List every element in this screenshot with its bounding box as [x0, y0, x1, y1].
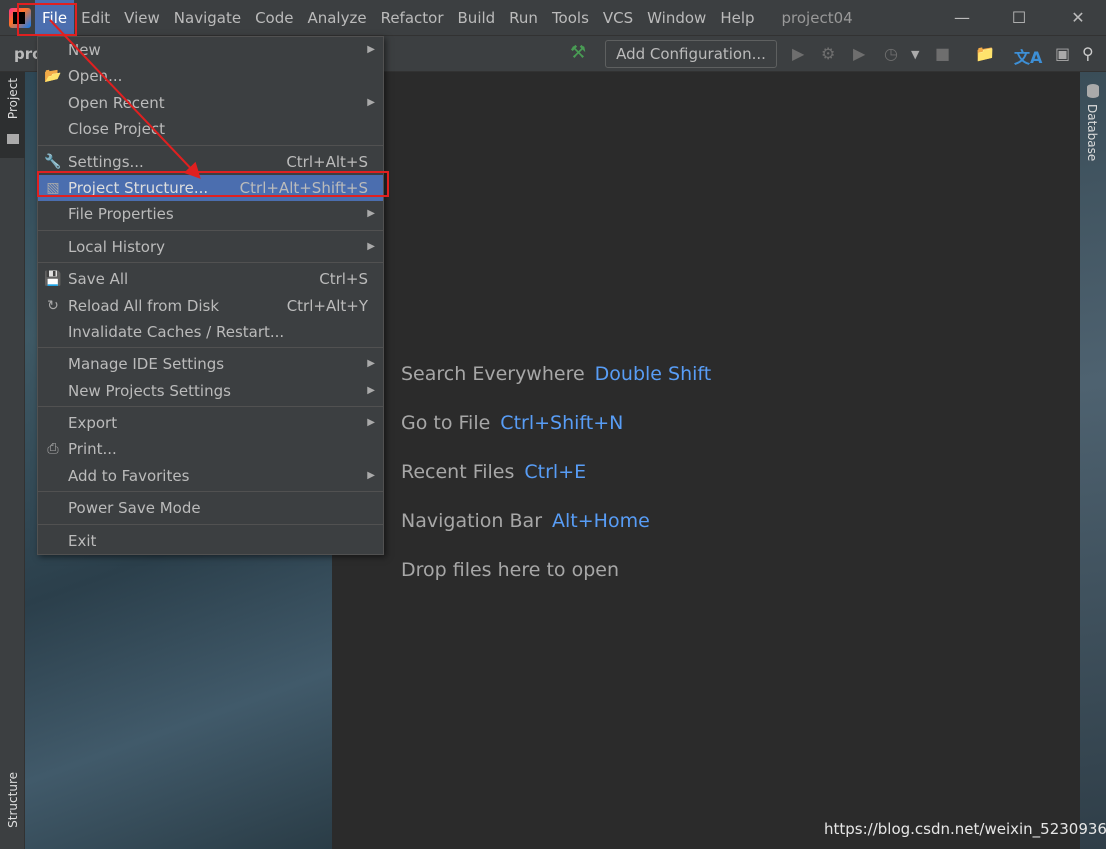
menu-item-exit[interactable]: Exit [38, 528, 383, 554]
hint-label: Navigation Bar [401, 510, 543, 532]
hint-label: Go to File [401, 412, 491, 434]
menu-item-label: File Properties [68, 205, 174, 224]
menu-item-local-history[interactable]: Local History ▶ [38, 234, 383, 260]
hint-search-everywhere: Search Everywhere Double Shift [401, 363, 711, 385]
menu-item-label: Print... [68, 440, 117, 459]
reload-icon: ↻ [47, 297, 59, 314]
submenu-arrow-icon: ▶ [367, 44, 375, 55]
submenu-arrow-icon: ▶ [367, 240, 375, 252]
menu-item-export[interactable]: Export ▶ [38, 410, 383, 436]
hint-shortcut: Alt+Home [552, 510, 650, 532]
submenu-arrow-icon: ▶ [367, 469, 375, 481]
close-button[interactable]: ✕ [1053, 0, 1103, 36]
structure-tab[interactable]: Structure [6, 772, 20, 828]
menu-item-label: Export [68, 414, 118, 433]
menu-item-print[interactable]: ⎙ Print... [38, 436, 383, 462]
hint-label: Drop files here to open [401, 559, 620, 581]
right-tool-strip: Database [1080, 72, 1106, 849]
shortcut-label: Ctrl+Alt+Y [286, 296, 368, 315]
add-configuration-button[interactable]: Add Configuration... [605, 40, 777, 68]
coverage-icon[interactable]: ▶ [853, 44, 865, 63]
menu-item-label: Local History [68, 237, 166, 256]
menu-item-add-to-favorites[interactable]: Add to Favorites ▶ [38, 463, 383, 489]
hint-label: Search Everywhere [401, 363, 585, 385]
menu-item-new-projects-settings[interactable]: New Projects Settings ▶ [38, 378, 383, 404]
terminal-icon[interactable]: ▣ [1055, 44, 1070, 63]
menu-item-save-all[interactable]: 💾 Save All Ctrl+S [38, 266, 383, 292]
hint-label: Recent Files [401, 461, 515, 483]
menu-item-manage-ide-settings[interactable]: Manage IDE Settings ▶ [38, 351, 383, 377]
submenu-arrow-icon: ▶ [367, 384, 375, 396]
debug-icon[interactable]: ⚙ [821, 44, 835, 63]
menu-tools[interactable]: Tools [545, 0, 596, 36]
menu-item-label: Manage IDE Settings [68, 355, 225, 374]
chevron-down-icon[interactable]: ▼ [911, 48, 919, 61]
menu-vcs[interactable]: VCS [596, 0, 640, 36]
menu-item-label: Power Save Mode [68, 499, 201, 518]
menu-analyze[interactable]: Analyze [300, 0, 373, 36]
menu-item-invalidate-caches-restart[interactable]: Invalidate Caches / Restart... [38, 319, 383, 345]
shortcut-label: Ctrl+S [319, 270, 368, 289]
hint-drop-files-here-to-open: Drop files here to open [401, 559, 619, 581]
hint-go-to-file: Go to File Ctrl+Shift+N [401, 412, 623, 434]
menu-refactor[interactable]: Refactor [374, 0, 451, 36]
hint-navigation-bar: Navigation Bar Alt+Home [401, 510, 650, 532]
annotation-arrow [49, 19, 201, 179]
project-title: project04 [781, 8, 853, 27]
hint-shortcut: Ctrl+Shift+N [500, 412, 624, 434]
run-icon[interactable]: ▶ [792, 44, 804, 63]
hint-shortcut: Ctrl+E [524, 461, 587, 483]
submenu-arrow-icon: ▶ [367, 96, 375, 108]
translate-icon[interactable]: 文A [1014, 44, 1042, 68]
project-structure-icon[interactable]: 📁 [975, 44, 995, 63]
menu-item-power-save-mode[interactable]: Power Save Mode [38, 495, 383, 521]
watermark: https://blog.csdn.net/weixin_52309367 [824, 820, 1106, 838]
menu-item-reload-all-from-disk[interactable]: ↻ Reload All from Disk Ctrl+Alt+Y [38, 293, 383, 319]
menu-window[interactable]: Window [640, 0, 713, 36]
submenu-arrow-icon: ▶ [367, 358, 375, 370]
menu-run[interactable]: Run [502, 0, 545, 36]
print-icon: ⎙ [47, 441, 59, 458]
menu-item-label: New Projects Settings [68, 381, 231, 400]
menu-build[interactable]: Build [451, 0, 503, 36]
hint-shortcut: Double Shift [594, 363, 712, 385]
menu-item-label: Add to Favorites [68, 466, 190, 485]
hint-recent-files: Recent Files Ctrl+E [401, 461, 586, 483]
stop-icon[interactable]: ■ [935, 44, 950, 63]
profile-icon[interactable]: ◷ [884, 44, 898, 63]
menu-item-label: Save All [68, 270, 129, 289]
submenu-arrow-icon: ▶ [367, 208, 375, 220]
database-icon [1087, 84, 1099, 98]
menu-item-file-properties[interactable]: File Properties ▶ [38, 201, 383, 227]
menu-item-label: Exit [68, 531, 97, 550]
database-tab[interactable]: Database [1085, 104, 1099, 161]
save-icon: 💾 [44, 271, 62, 288]
menu-item-label: Invalidate Caches / Restart... [68, 322, 285, 341]
menu-item-label: Reload All from Disk [68, 296, 220, 315]
menu-help[interactable]: Help [713, 0, 761, 36]
search-icon[interactable]: ⚲ [1082, 44, 1094, 63]
build-hammer-icon[interactable]: ⚒ [570, 42, 586, 63]
submenu-arrow-icon: ▶ [367, 417, 375, 429]
minimize-button[interactable]: — [937, 0, 987, 36]
maximize-button[interactable]: ☐ [994, 0, 1044, 36]
